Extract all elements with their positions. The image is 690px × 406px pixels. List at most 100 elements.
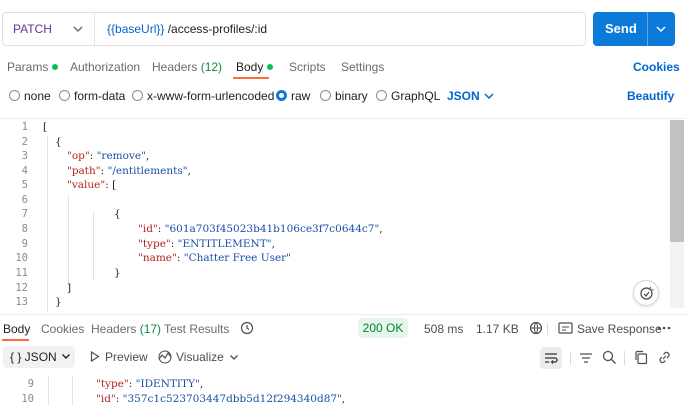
active-tab-indicator	[233, 77, 269, 79]
preview-button[interactable]: Preview	[105, 350, 148, 364]
copy-icon[interactable]	[634, 350, 648, 365]
filter-icon[interactable]	[579, 351, 593, 365]
chevron-down-icon[interactable]	[482, 89, 496, 103]
url-bar[interactable]: PATCH {{baseUrl}} /access-profiles/:id	[2, 12, 586, 46]
line-number: 11	[15, 267, 28, 279]
code-editor[interactable]	[0, 118, 686, 312]
line-number: 1	[21, 121, 28, 133]
wrap-lines-icon	[545, 353, 558, 364]
params-indicator-dot	[52, 63, 59, 70]
radio-binary-label[interactable]: binary	[335, 89, 368, 103]
line-number: 7	[21, 208, 28, 220]
json-key: "id"	[138, 223, 158, 235]
radio-urlencoded-label[interactable]: x-www-form-urlencoded	[147, 89, 274, 103]
tab-settings[interactable]: Settings	[341, 60, 384, 74]
tab-params[interactable]: Params	[7, 60, 59, 74]
wrap-lines-button[interactable]	[540, 347, 562, 369]
body-indicator-dot	[267, 63, 274, 70]
code-line-8: "id": "601a703f45023b41b106ce3f7c0644c7"…	[138, 223, 383, 235]
json-key: "name"	[138, 252, 177, 264]
radio-none[interactable]	[9, 90, 20, 101]
indent-guide	[47, 136, 48, 312]
json-key: "type"	[138, 238, 171, 250]
magic-button[interactable]	[633, 280, 659, 306]
code-line-2: {	[55, 136, 62, 148]
url-path: /access-profiles/:id	[164, 22, 268, 36]
url-input[interactable]: {{baseUrl}} /access-profiles/:id	[107, 22, 267, 36]
visualize-button[interactable]: Visualize	[176, 350, 224, 364]
tab-authorization[interactable]: Authorization	[70, 60, 140, 74]
radio-none-label[interactable]: none	[24, 89, 51, 103]
method-select[interactable]: PATCH	[3, 13, 95, 45]
json-key: "value"	[67, 179, 106, 191]
json-key: "type"	[96, 378, 129, 390]
code-line-12: ]	[67, 282, 72, 294]
method-label: PATCH	[13, 22, 52, 36]
json-punct: : [	[105, 179, 117, 191]
tab-headers-label: Headers	[152, 60, 198, 74]
line-number: 12	[15, 282, 28, 294]
radio-urlencoded[interactable]	[132, 90, 143, 101]
code-line-3: "op": "remove",	[67, 150, 150, 162]
radio-binary[interactable]	[320, 90, 331, 101]
radio-raw-label[interactable]: raw	[291, 89, 310, 103]
json-string: "/entitlements"	[107, 165, 188, 177]
tab-headers[interactable]: Headers (12)	[152, 60, 222, 74]
send-label: Send	[605, 21, 637, 36]
response-line-number: 10	[21, 393, 34, 405]
json-key: "op"	[67, 150, 90, 162]
play-icon	[90, 351, 100, 362]
send-button[interactable]: Send	[593, 12, 675, 46]
divider	[570, 351, 571, 365]
divider	[547, 323, 548, 335]
search-icon[interactable]	[602, 350, 617, 365]
response-tab-test-results[interactable]: Test Results	[164, 322, 229, 336]
response-format-select[interactable]: { } JSON	[3, 346, 75, 368]
response-divider	[0, 314, 690, 315]
indent-guide	[68, 196, 69, 286]
json-key: "path"	[67, 165, 101, 177]
chevron-down-icon[interactable]	[654, 22, 668, 36]
tab-params-label: Params	[7, 60, 49, 74]
chevron-down-icon[interactable]	[228, 351, 240, 363]
more-options-icon[interactable]	[656, 321, 672, 335]
magic-icon	[640, 286, 654, 300]
line-number: 13	[15, 296, 28, 308]
radio-graphql-label[interactable]: GraphQL	[391, 89, 440, 103]
json-string: "ENTITLEMENT"	[177, 238, 272, 250]
url-variable: {{baseUrl}}	[107, 22, 165, 36]
code-line-1: [	[43, 121, 48, 133]
beautify-button[interactable]: Beautify	[627, 89, 674, 103]
cookies-link[interactable]: Cookies	[633, 60, 680, 74]
globe-icon[interactable]	[529, 321, 543, 335]
response-format-label: { } JSON	[10, 350, 57, 364]
tab-body[interactable]: Body	[236, 60, 274, 74]
line-number: 6	[21, 194, 28, 206]
indent-guide	[72, 376, 73, 406]
indent-guide	[48, 376, 49, 406]
response-tab-cookies[interactable]: Cookies	[41, 322, 84, 336]
link-icon[interactable]	[657, 350, 672, 365]
radio-raw[interactable]	[276, 90, 287, 101]
line-number: 3	[21, 150, 28, 162]
history-icon[interactable]	[240, 321, 254, 335]
radio-graphql[interactable]	[376, 90, 387, 101]
chevron-down-icon	[62, 354, 70, 359]
line-number: 9	[21, 238, 28, 250]
response-tab-headers[interactable]: Headers (17)	[91, 322, 161, 336]
visualize-icon	[158, 350, 172, 364]
line-number: 5	[21, 179, 28, 191]
radio-form-data[interactable]	[59, 90, 70, 101]
code-line-5: "value": [	[67, 179, 116, 191]
line-number: 10	[15, 252, 28, 264]
code-line-10: "name": "Chatter Free User"	[138, 252, 292, 264]
editor-scrollbar-thumb[interactable]	[670, 120, 684, 242]
language-select[interactable]: JSON	[447, 89, 480, 103]
save-response-button[interactable]: Save Response	[577, 322, 662, 336]
radio-form-data-label[interactable]: form-data	[74, 89, 125, 103]
code-line-11: }	[114, 267, 121, 279]
tab-body-label: Body	[236, 60, 264, 74]
response-tab-body[interactable]: Body	[3, 322, 30, 336]
tab-scripts[interactable]: Scripts	[289, 60, 326, 74]
chevron-down-icon	[73, 26, 83, 32]
